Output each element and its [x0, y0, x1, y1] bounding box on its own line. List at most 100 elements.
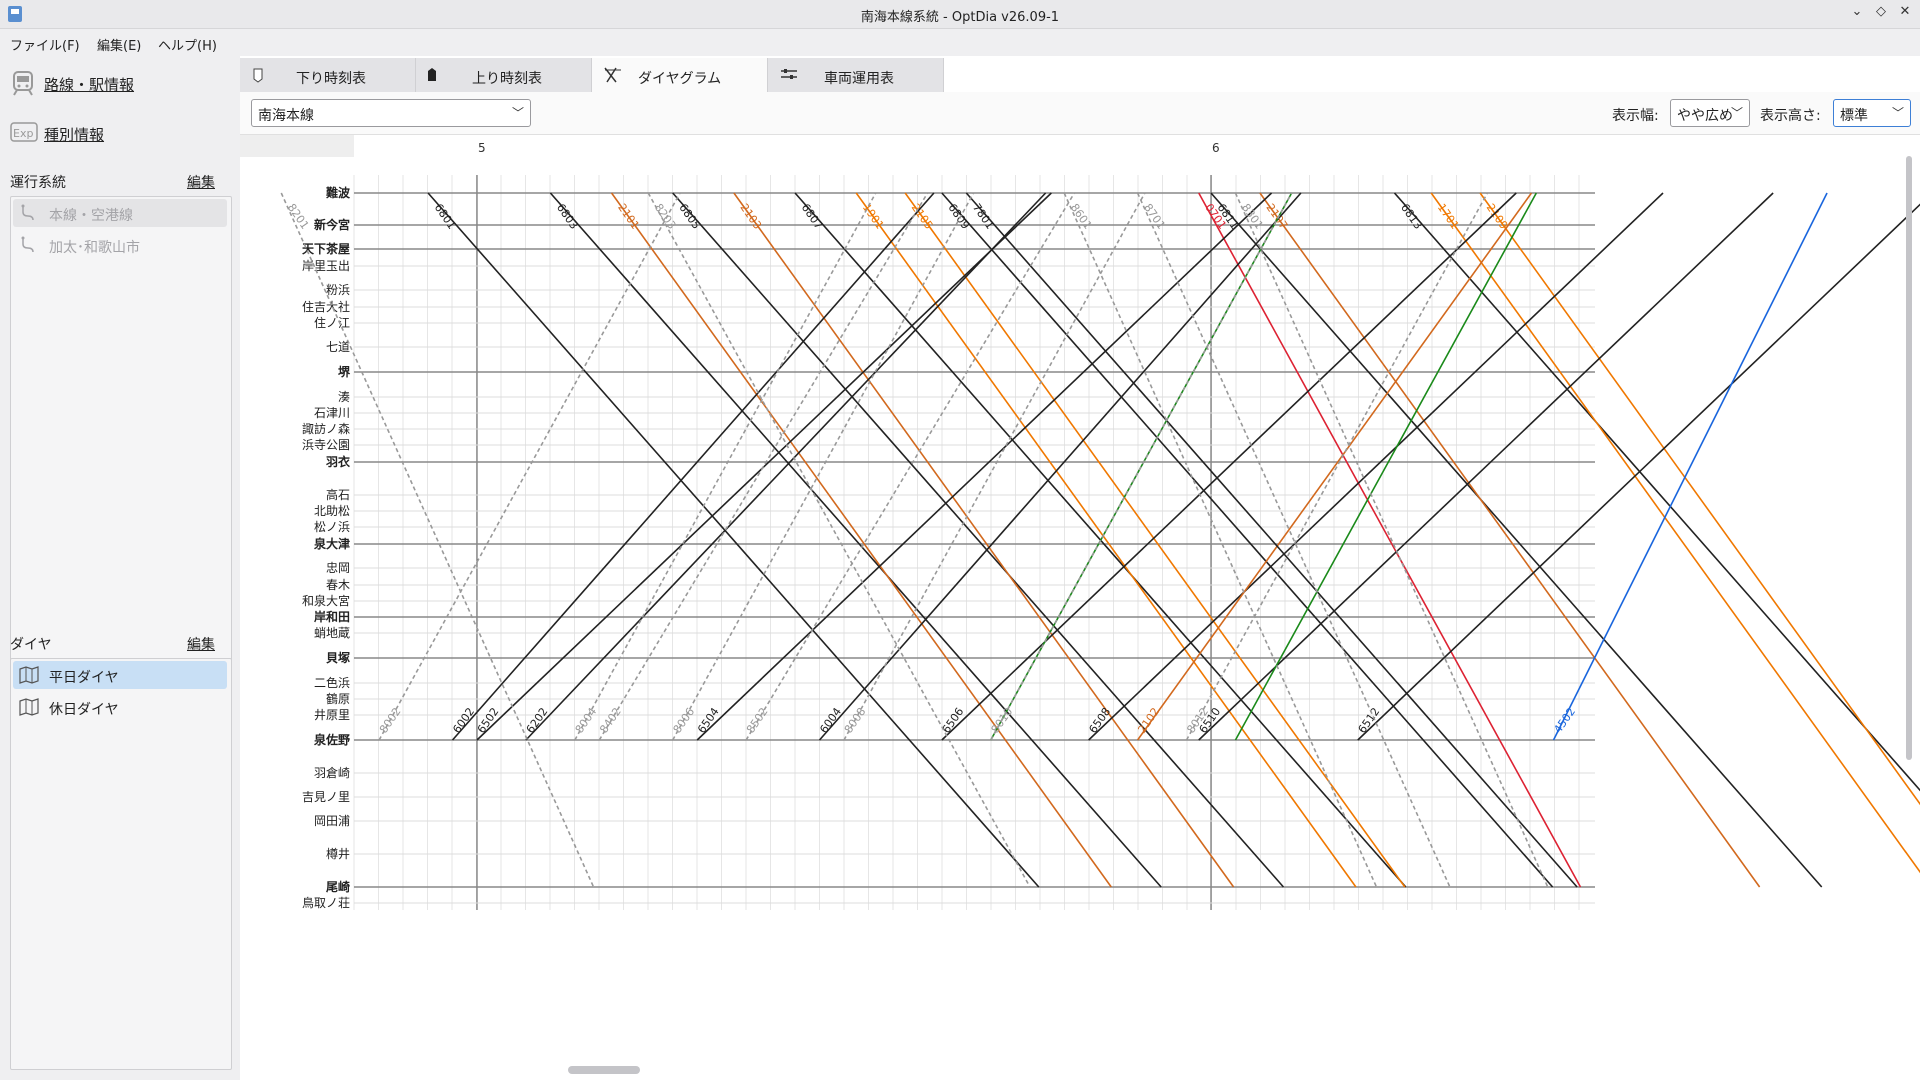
line-select-value: 南海本線	[258, 105, 314, 125]
train-number-label: 4502	[1551, 705, 1578, 735]
window-title: 南海本線系統 - OptDia v26.09-1	[0, 6, 1920, 25]
train-number-label: 6805	[676, 201, 703, 231]
type-info-link[interactable]: Exp 種別情報	[10, 118, 170, 148]
train-diagram[interactable]: 56難波新今宮天下茶屋岸里玉出粉浜住吉大社住ノ江七道堺湊石津川諏訪ノ森浜寺公園羽…	[240, 135, 1920, 1080]
station-name: 尾崎	[326, 879, 350, 894]
train-line	[1064, 193, 1376, 887]
minimize-button[interactable]: ⌄	[1848, 4, 1866, 22]
close-button[interactable]: ✕	[1896, 4, 1914, 22]
station-name: 石津川	[314, 406, 350, 420]
dia-label: 平日ダイヤ	[49, 667, 119, 687]
title-bar: 南海本線系統 - OptDia v26.09-1 ⌄ ◇ ✕	[0, 0, 1920, 29]
station-name: 湊	[338, 390, 350, 404]
systems-edit-button[interactable]: 編集	[187, 172, 215, 192]
station-name: 羽倉崎	[314, 765, 350, 780]
train-line	[942, 193, 1553, 887]
station-name: 蛸地蔵	[314, 626, 350, 640]
tab-vehicle-schedule[interactable]: 車両運用表	[768, 58, 944, 92]
station-name: 浜寺公園	[302, 438, 350, 452]
route-icon	[19, 236, 39, 254]
route-info-label: 路線・駅情報	[44, 74, 134, 95]
map-icon	[19, 666, 39, 684]
train-number-label: 8301	[1239, 201, 1266, 231]
tab-label: 下り時刻表	[296, 68, 366, 88]
dia-item[interactable]: 休日ダイヤ	[13, 693, 227, 721]
vehicle-schedule-icon	[780, 67, 798, 87]
train-line	[1260, 193, 1760, 887]
dia-edit-button[interactable]: 編集	[187, 634, 215, 654]
station-name: 忠岡	[326, 561, 350, 575]
train-number-label: 2101	[615, 201, 642, 231]
sidebar: 路線・駅情報 Exp 種別情報 運行系統 編集 本線・空港線 加太･和歌山市 ダ…	[0, 56, 240, 1080]
train-icon	[10, 70, 36, 94]
tab-diagram[interactable]: ダイヤグラム	[592, 58, 768, 92]
train-number-label: 8601	[1068, 201, 1095, 231]
train-number-label: 2107	[1263, 201, 1290, 231]
train-number-label: 7801	[970, 201, 997, 231]
vertical-scrollbar[interactable]	[1906, 156, 1912, 760]
hour-label: 5	[478, 141, 486, 155]
station-name: 北助松	[314, 504, 350, 518]
dia-item[interactable]: 平日ダイヤ	[13, 661, 227, 689]
system-item[interactable]: 加太･和歌山市	[13, 231, 227, 259]
station-name: 鶴原	[326, 691, 350, 706]
train-number-label: 6803	[554, 201, 581, 231]
type-info-label: 種別情報	[44, 124, 104, 145]
route-info-link[interactable]: 路線・駅情報	[10, 68, 170, 98]
menu-help[interactable]: ヘルプ(H)	[158, 35, 217, 54]
horizontal-scrollbar[interactable]	[568, 1066, 640, 1074]
train-line	[1431, 193, 1920, 887]
train-line	[734, 193, 1234, 887]
system-item[interactable]: 本線・空港線	[13, 199, 227, 227]
train-number-label: 8002	[377, 705, 404, 735]
view-tabs: 下り時刻表 上り時刻表 ダイヤグラム 車両運用表	[240, 58, 940, 92]
train-number-label: 6801	[432, 201, 459, 231]
width-select-value: やや広め	[1677, 105, 1733, 125]
station-name: 春木	[326, 578, 350, 592]
station-name: 粉浜	[326, 283, 350, 297]
height-select-value: 標準	[1840, 105, 1868, 125]
line-select[interactable]: 南海本線 ﹀	[251, 99, 531, 127]
dia-heading: ダイヤ	[10, 634, 52, 654]
tab-down-timetable[interactable]: 下り時刻表	[240, 58, 416, 92]
height-select[interactable]: 標準 ﹀	[1833, 99, 1911, 127]
train-line	[673, 193, 1284, 887]
systems-list[interactable]: 本線・空港線 加太･和歌山市	[10, 196, 232, 672]
station-name: 井原里	[314, 708, 350, 722]
station-name: 高石	[326, 487, 350, 502]
train-number-label: 8004	[573, 705, 600, 735]
diagram-toolbar: 南海本線 ﹀ 表示幅: やや広め ﹀ 表示高さ: 標準 ﹀	[240, 92, 1920, 135]
dia-list[interactable]: 平日ダイヤ 休日ダイヤ	[10, 658, 232, 1070]
map-icon	[19, 698, 39, 716]
system-label: 本線・空港線	[49, 205, 133, 225]
tab-up-timetable[interactable]: 上り時刻表	[416, 58, 592, 92]
train-line	[1554, 193, 1828, 740]
train-line	[648, 193, 1030, 887]
train-number-label: 8201	[285, 201, 312, 231]
diagram-canvas[interactable]: 56難波新今宮天下茶屋岸里玉出粉浜住吉大社住ノ江七道堺湊石津川諏訪ノ森浜寺公園羽…	[240, 135, 1920, 1080]
station-name: 二色浜	[314, 676, 350, 690]
maximize-button[interactable]: ◇	[1872, 4, 1890, 22]
station-name: 住ノ江	[314, 316, 350, 330]
express-icon: Exp	[10, 120, 36, 144]
menu-edit[interactable]: 編集(E)	[97, 35, 141, 54]
station-name: 樽井	[326, 846, 350, 861]
menu-bar: ファイル(F) 編集(E) ヘルプ(H)	[0, 29, 1920, 56]
train-number-label: 6202	[524, 705, 551, 735]
systems-heading: 運行系統	[10, 172, 66, 192]
train-number-label: 1901	[860, 201, 887, 231]
diagram-header	[240, 135, 1920, 157]
svg-text:Exp: Exp	[13, 127, 33, 140]
station-name: 鳥取ノ荘	[302, 895, 350, 910]
width-select[interactable]: やや広め ﹀	[1670, 99, 1750, 127]
train-line	[1395, 193, 1920, 887]
station-name: 吉見ノ里	[302, 790, 350, 804]
width-label: 表示幅:	[1612, 105, 1659, 125]
station-name: 和泉大宮	[302, 593, 350, 608]
up-train-icon	[426, 67, 438, 87]
menu-file[interactable]: ファイル(F)	[10, 35, 80, 54]
train-number-label: 8010	[989, 705, 1016, 735]
train-number-label: 8701	[1141, 201, 1168, 231]
station-name: 新今宮	[314, 217, 350, 232]
station-name: 諏訪ノ森	[302, 421, 350, 436]
